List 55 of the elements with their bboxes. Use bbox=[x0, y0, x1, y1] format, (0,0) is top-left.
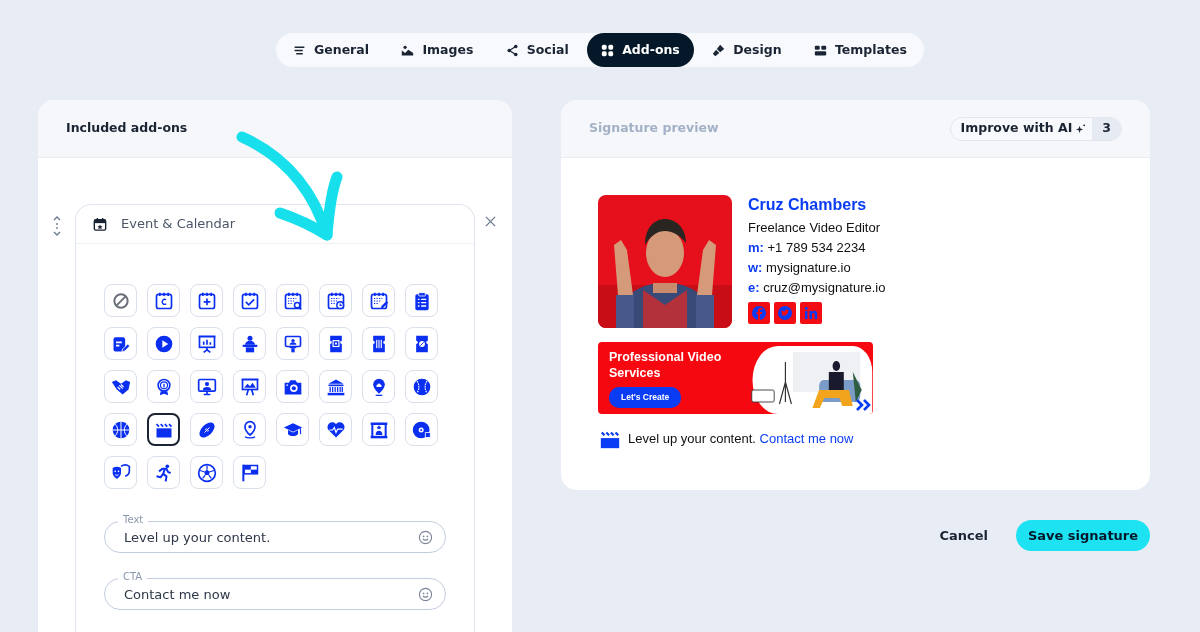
calendar-pencil-icon bbox=[368, 290, 389, 311]
running-person-icon bbox=[153, 462, 174, 483]
addon-text: Level up your content. Contact me now bbox=[628, 430, 854, 449]
contact-line: e: cruz@mysignature.io bbox=[748, 279, 886, 297]
easel-icon bbox=[239, 376, 260, 397]
disc-icon bbox=[411, 419, 432, 440]
tab[interactable]: Design bbox=[698, 33, 796, 67]
person-name: Cruz Chambers bbox=[748, 195, 868, 215]
linkedin-icon bbox=[803, 305, 819, 321]
chevron-icon bbox=[855, 398, 873, 413]
panel-title: Included add-ons bbox=[66, 119, 188, 138]
calendar-plus-icon bbox=[196, 290, 217, 311]
addon-title: Event & Calendar bbox=[121, 215, 236, 234]
calendar-check-icon bbox=[239, 290, 260, 311]
banner-title: Professional Video Services bbox=[609, 349, 723, 381]
calendar-clock-icon bbox=[325, 290, 346, 311]
image-icon bbox=[401, 43, 415, 57]
soccer-ball-icon bbox=[196, 462, 217, 483]
podium-screen-icon bbox=[282, 333, 303, 354]
icon-option[interactable] bbox=[147, 413, 180, 446]
grid-icon bbox=[601, 43, 615, 57]
job-title: Freelance Video Editor bbox=[748, 219, 881, 237]
drag-handle-icon bbox=[51, 214, 62, 238]
share-icon bbox=[505, 43, 519, 57]
basketball-icon bbox=[110, 419, 131, 440]
cancel-button[interactable]: Cancel bbox=[939, 525, 988, 546]
twitter-icon bbox=[777, 305, 793, 321]
tab[interactable]: Images bbox=[387, 33, 488, 67]
ai-button[interactable]: Improve with AI 3 bbox=[949, 116, 1122, 141]
baseball-icon bbox=[411, 376, 432, 397]
template-icon bbox=[814, 43, 827, 57]
tab[interactable]: General bbox=[279, 33, 383, 67]
save-button[interactable]: Save signature bbox=[1016, 520, 1150, 551]
prohibited-icon bbox=[110, 290, 131, 311]
calendar-icon bbox=[153, 290, 174, 311]
contact-line: m: +1 789 534 2234 bbox=[748, 239, 867, 257]
flag-icon bbox=[239, 462, 260, 483]
calendar-search-icon bbox=[282, 290, 303, 311]
close-icon bbox=[484, 216, 496, 227]
monitor-person-icon bbox=[196, 376, 217, 397]
emoji-icon bbox=[418, 587, 433, 602]
emoji-icon bbox=[418, 530, 433, 545]
sparkle-icon bbox=[1075, 123, 1087, 134]
panel-title: Signature preview bbox=[589, 119, 719, 138]
presentation-board-icon bbox=[196, 333, 217, 354]
tab[interactable]: Templates bbox=[800, 33, 921, 67]
facebook-icon bbox=[751, 305, 767, 321]
cta-button[interactable]: Let's Create bbox=[609, 387, 682, 408]
heartbeat-icon bbox=[325, 419, 346, 440]
cta-link[interactable]: Contact me now bbox=[759, 431, 854, 447]
tab[interactable]: Social bbox=[491, 33, 583, 67]
brush-icon bbox=[712, 43, 726, 57]
play-icon bbox=[153, 333, 174, 354]
tab[interactable]: Add-ons bbox=[587, 33, 694, 67]
contact-line: w: mysignature.io bbox=[748, 259, 852, 277]
